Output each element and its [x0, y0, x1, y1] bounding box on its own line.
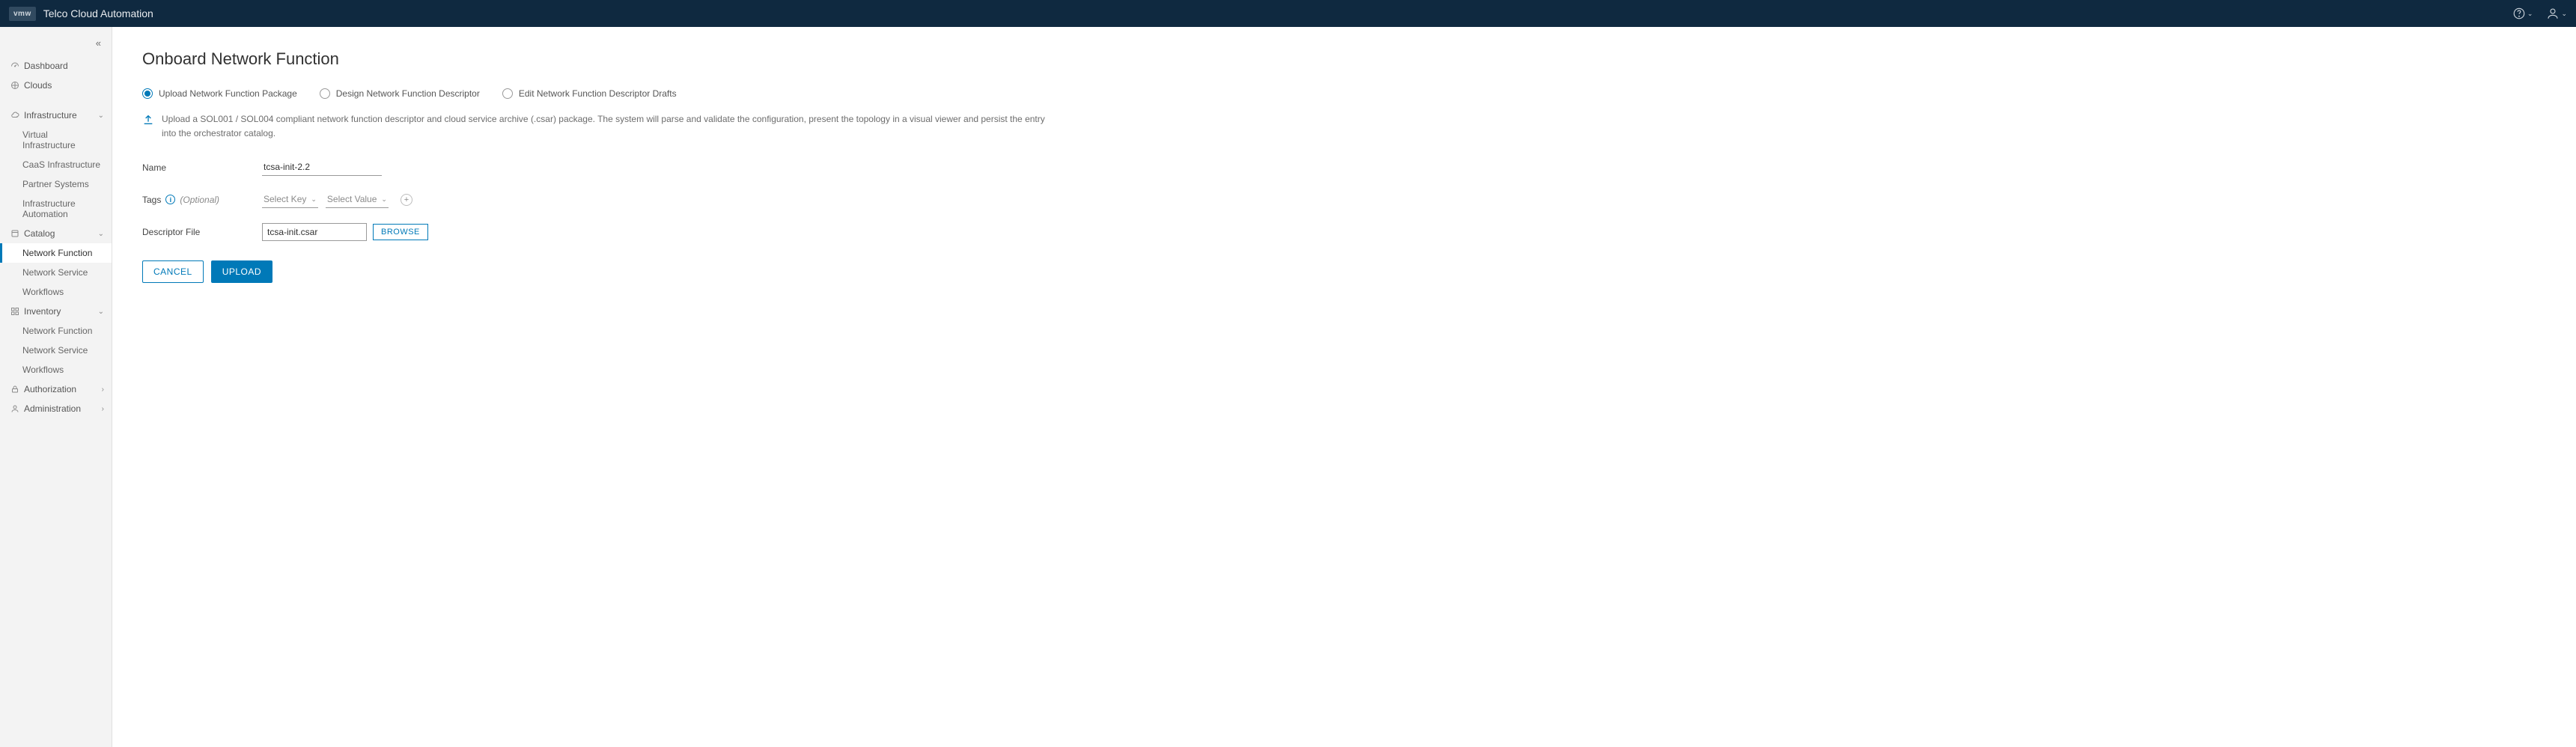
radio-edit-drafts[interactable]: Edit Network Function Descriptor Drafts — [502, 88, 677, 99]
sidebar-item-label: Infrastructure — [24, 110, 77, 121]
page-title: Onboard Network Function — [142, 49, 2546, 69]
tag-value-select[interactable]: Select Value ⌄ — [326, 191, 389, 208]
radio-unselected-icon — [320, 88, 330, 99]
radio-label: Upload Network Function Package — [159, 88, 297, 99]
dashboard-icon — [10, 61, 19, 70]
name-label: Name — [142, 162, 262, 173]
sidebar-item-label: Inventory — [24, 306, 61, 317]
main-content: Onboard Network Function Upload Network … — [112, 27, 2576, 747]
radio-unselected-icon — [502, 88, 513, 99]
brand-logo: vmw — [9, 7, 36, 21]
lock-icon — [10, 385, 19, 394]
inventory-icon — [10, 307, 19, 316]
cancel-button[interactable]: CANCEL — [142, 260, 204, 283]
sidebar-item-label: Authorization — [24, 384, 76, 394]
sidebar-group-administration[interactable]: Administration › — [0, 399, 112, 418]
tags-label: Tags i (Optional) — [142, 195, 262, 205]
add-tag-button[interactable]: + — [401, 194, 412, 206]
clouds-icon — [10, 81, 19, 90]
cloud-icon — [10, 111, 19, 120]
chevron-down-icon: ⌄ — [311, 195, 317, 204]
top-bar: vmw Telco Cloud Automation ⌄ ⌄ — [0, 0, 2576, 27]
sidebar-group-inventory[interactable]: Inventory ⌄ — [0, 302, 112, 321]
descriptor-file-input[interactable] — [262, 223, 367, 241]
sidebar-item-virtual-infrastructure[interactable]: Virtual Infrastructure — [0, 125, 112, 155]
sidebar-item-catalog-nf[interactable]: Network Function — [0, 243, 112, 263]
radio-label: Design Network Function Descriptor — [336, 88, 480, 99]
app-title: Telco Cloud Automation — [43, 7, 153, 19]
chevron-down-icon: ⌄ — [381, 195, 387, 204]
sidebar-item-label: Catalog — [24, 228, 55, 239]
sidebar: « Dashboard Clouds Infrastructure ⌄ Virt… — [0, 27, 112, 747]
sidebar-item-clouds[interactable]: Clouds — [0, 76, 112, 95]
name-input[interactable] — [262, 159, 382, 176]
optional-hint: (Optional) — [180, 195, 219, 205]
sidebar-item-caas-infrastructure[interactable]: CaaS Infrastructure — [0, 155, 112, 174]
onboard-mode-radios: Upload Network Function Package Design N… — [142, 88, 2546, 99]
collapse-sidebar-icon[interactable]: « — [0, 33, 112, 56]
upload-button[interactable]: UPLOAD — [211, 260, 272, 283]
sidebar-item-catalog-ns[interactable]: Network Service — [0, 263, 112, 282]
sidebar-item-inventory-nf[interactable]: Network Function — [0, 321, 112, 341]
chevron-right-icon: › — [102, 385, 104, 394]
info-text: Upload a SOL001 / SOL004 compliant netwo… — [162, 112, 1056, 141]
upload-icon — [142, 114, 154, 130]
sidebar-item-partner-systems[interactable]: Partner Systems — [0, 174, 112, 194]
admin-icon — [10, 404, 19, 413]
chevron-right-icon: › — [102, 405, 104, 413]
sidebar-item-label: Dashboard — [24, 61, 68, 71]
chevron-down-icon: ⌄ — [98, 230, 104, 238]
sidebar-item-dashboard[interactable]: Dashboard — [0, 56, 112, 76]
sidebar-item-label: Administration — [24, 403, 81, 414]
info-message: Upload a SOL001 / SOL004 compliant netwo… — [142, 112, 1056, 141]
radio-design-descriptor[interactable]: Design Network Function Descriptor — [320, 88, 480, 99]
tag-key-select[interactable]: Select Key ⌄ — [262, 191, 318, 208]
help-icon[interactable]: ⌄ — [2512, 7, 2533, 20]
radio-upload-package[interactable]: Upload Network Function Package — [142, 88, 297, 99]
sidebar-item-inventory-wf[interactable]: Workflows — [0, 360, 112, 379]
user-icon[interactable]: ⌄ — [2546, 7, 2567, 20]
sidebar-group-catalog[interactable]: Catalog ⌄ — [0, 224, 112, 243]
sidebar-item-infra-automation[interactable]: Infrastructure Automation — [0, 194, 112, 224]
chevron-down-icon: ⌄ — [98, 112, 104, 120]
sidebar-item-label: Clouds — [24, 80, 52, 91]
sidebar-group-infrastructure[interactable]: Infrastructure ⌄ — [0, 106, 112, 125]
info-icon[interactable]: i — [165, 195, 175, 204]
descriptor-file-label: Descriptor File — [142, 227, 262, 237]
radio-label: Edit Network Function Descriptor Drafts — [519, 88, 677, 99]
chevron-down-icon: ⌄ — [98, 308, 104, 316]
radio-selected-icon — [142, 88, 153, 99]
sidebar-item-catalog-wf[interactable]: Workflows — [0, 282, 112, 302]
sidebar-group-authorization[interactable]: Authorization › — [0, 379, 112, 399]
browse-button[interactable]: BROWSE — [373, 224, 428, 240]
catalog-icon — [10, 229, 19, 238]
sidebar-item-inventory-ns[interactable]: Network Service — [0, 341, 112, 360]
